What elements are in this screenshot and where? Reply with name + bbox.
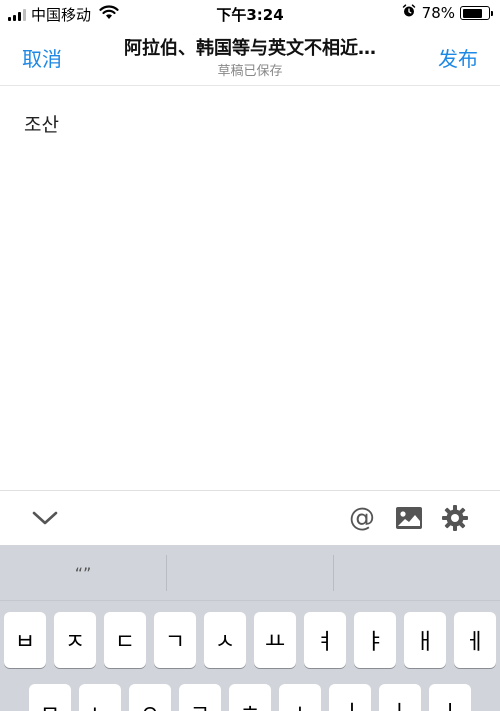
key[interactable]: ㅛ xyxy=(254,612,296,668)
suggestion-1[interactable]: “” xyxy=(0,545,166,601)
publish-button[interactable]: 发布 xyxy=(438,43,478,72)
key[interactable]: ㅇ xyxy=(129,684,171,711)
suggestion-3[interactable] xyxy=(334,545,500,601)
predictive-bar: “” xyxy=(0,545,500,601)
battery-icon xyxy=(460,6,493,20)
battery-percent: 78% xyxy=(421,4,455,22)
page-title: 阿拉伯、韩国等与英文不相近… xyxy=(124,38,376,59)
editor-toolbar: @ xyxy=(0,490,500,545)
key[interactable]: ㄴ xyxy=(79,684,121,711)
key[interactable]: ㅈ xyxy=(54,612,96,668)
keyboard: ㅂ ㅈ ㄷ ㄱ ㅅ ㅛ ㅕ ㅑ ㅐ ㅔ ㅁ ㄴ ㅇ ㄹ ㅎ ㅗ ㅓ ㅏ ㅣ xyxy=(0,601,500,711)
key[interactable]: ㄱ xyxy=(154,612,196,668)
key[interactable]: ㅂ xyxy=(4,612,46,668)
status-bar: 中国移动 下午3:24 78% xyxy=(0,0,500,28)
cancel-button[interactable]: 取消 xyxy=(22,43,62,72)
key[interactable]: ㅔ xyxy=(454,612,496,668)
draft-status: 草稿已保存 xyxy=(217,64,283,79)
chevron-down-icon[interactable] xyxy=(28,503,62,533)
text-editor[interactable]: 조산 xyxy=(0,86,500,490)
key[interactable]: ㅐ xyxy=(404,612,446,668)
alarm-icon xyxy=(402,4,416,22)
status-right: 78% xyxy=(402,4,493,22)
key[interactable]: ㅁ xyxy=(29,684,71,711)
key[interactable]: ㅏ xyxy=(379,684,421,711)
key[interactable]: ㅕ xyxy=(304,612,346,668)
mention-button[interactable]: @ xyxy=(346,503,378,533)
key[interactable]: ㄹ xyxy=(179,684,221,711)
gear-icon[interactable] xyxy=(439,503,471,533)
battery-level xyxy=(462,8,482,18)
editor-content[interactable]: 조산 xyxy=(24,110,59,137)
key[interactable]: ㅓ xyxy=(329,684,371,711)
key[interactable]: ㅣ xyxy=(429,684,471,711)
nav-bar: 取消 阿拉伯、韩国等与英文不相近… 草稿已保存 发布 xyxy=(0,28,500,86)
key[interactable]: ㅅ xyxy=(204,612,246,668)
suggestion-2[interactable] xyxy=(167,545,333,601)
key[interactable]: ㄷ xyxy=(104,612,146,668)
key[interactable]: ㅗ xyxy=(279,684,321,711)
key[interactable]: ㅎ xyxy=(229,684,271,711)
key[interactable]: ㅑ xyxy=(354,612,396,668)
image-icon[interactable] xyxy=(393,503,425,533)
